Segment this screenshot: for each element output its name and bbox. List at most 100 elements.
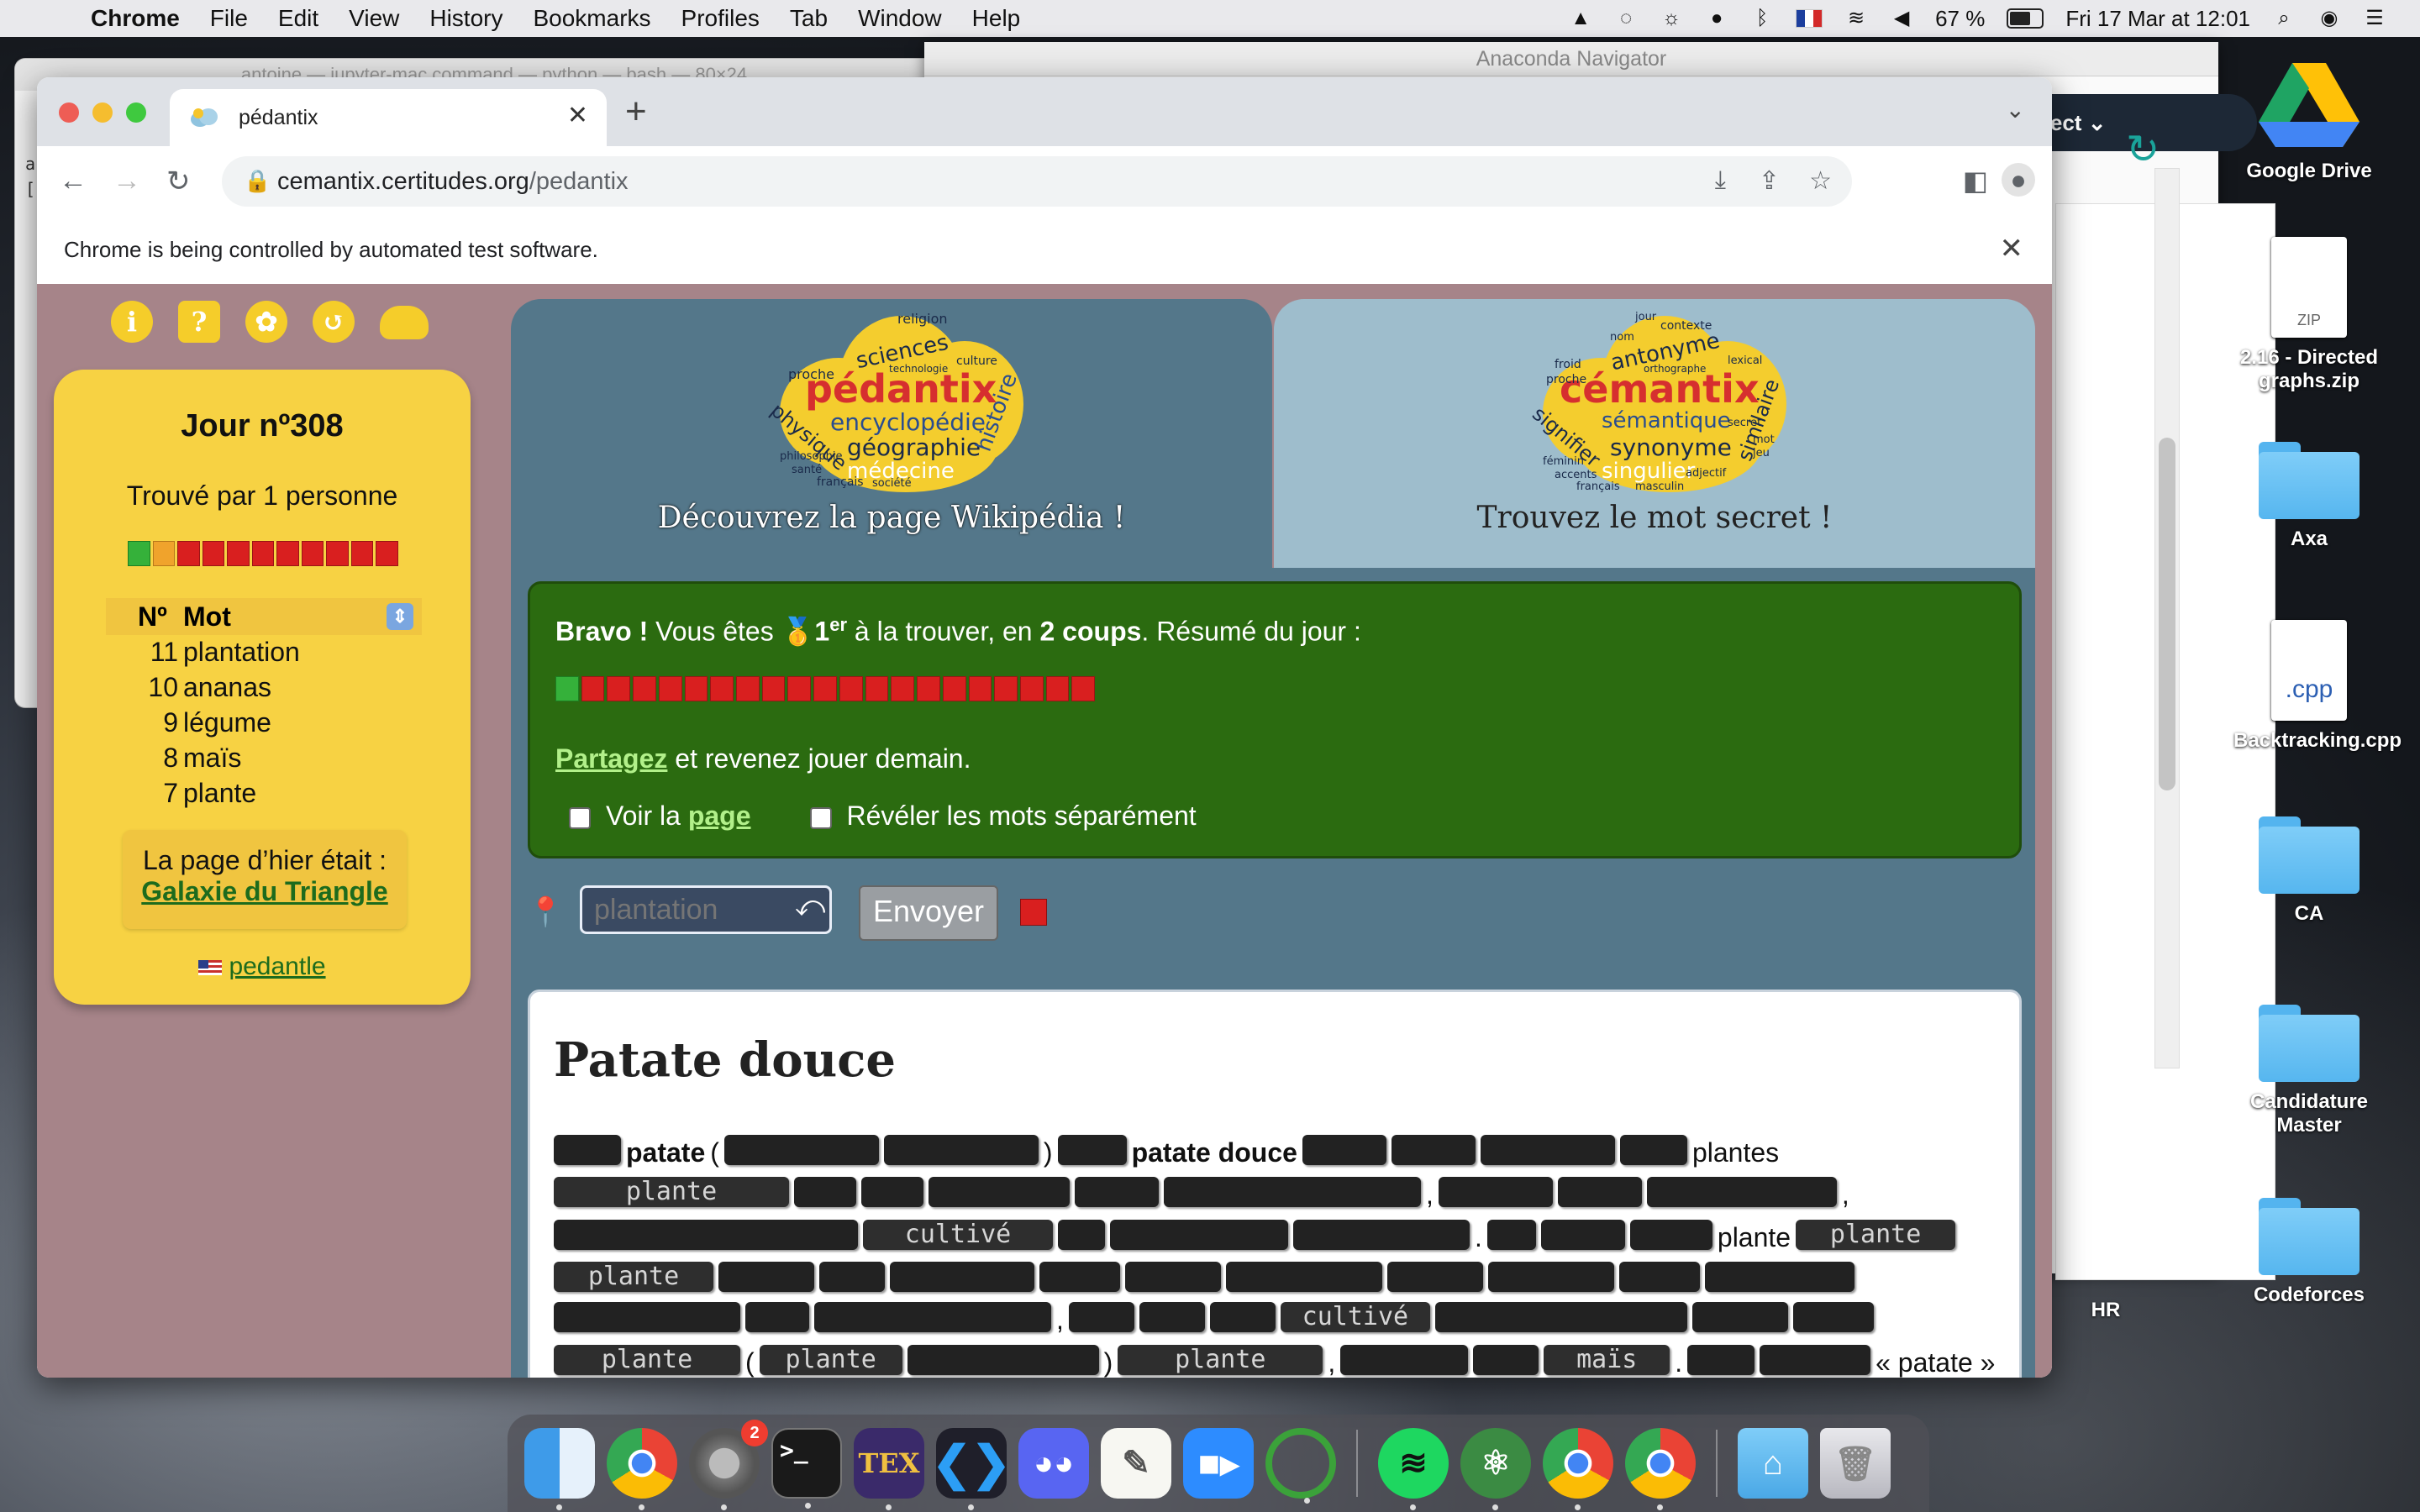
chrome-canary-icon[interactable] xyxy=(1543,1428,1613,1510)
chrome-window[interactable]: pédantix ✕ + ⌄ ← → ↻ 🔒 cemantix.certitud… xyxy=(37,77,2052,1378)
chrome-icon[interactable] xyxy=(607,1428,677,1510)
near-word: plante xyxy=(759,1344,902,1375)
input-source-flag-icon[interactable] xyxy=(1796,9,1823,28)
more-menu-icon[interactable]: ⋮ xyxy=(2050,165,2052,197)
menu-history[interactable]: History xyxy=(429,5,502,32)
menu-tab[interactable]: Tab xyxy=(790,5,828,32)
anaconda-icon[interactable] xyxy=(1265,1428,1336,1504)
hidden-word xyxy=(1226,1262,1382,1293)
forward-arrow-icon[interactable]: → xyxy=(113,165,141,197)
guess-row[interactable]: 7 plante xyxy=(106,778,422,813)
guess-input[interactable] xyxy=(580,885,832,934)
tab-pedantix[interactable]: pédantix sciences encyclopédie géographi… xyxy=(511,299,1272,568)
palette-icon[interactable]: ✿ xyxy=(245,301,287,343)
location-pin-icon[interactable]: 📍 xyxy=(528,895,563,929)
reveal-words-checkbox[interactable]: Révéler les mots séparément xyxy=(809,801,1197,832)
address-bar[interactable]: 🔒 cemantix.certitudes.org/pedantix ⤓ ⇪ ☆ xyxy=(222,156,1852,207)
menu-file[interactable]: File xyxy=(210,5,248,32)
guess-row[interactable]: 11 plantation xyxy=(106,637,422,672)
menubar-clock[interactable]: Fri 17 Mar at 12:01 xyxy=(2065,6,2250,32)
bookmark-star-icon[interactable]: ☆ xyxy=(1809,166,1832,196)
url-text[interactable]: cemantix.certitudes.org/pedantix xyxy=(277,168,629,196)
vpn-icon[interactable]: ● xyxy=(1705,7,1728,30)
tab-close-icon[interactable]: ✕ xyxy=(567,101,588,130)
side-panel-icon[interactable]: ◧ xyxy=(1963,165,1988,197)
show-page-checkbox[interactable]: Voir la page xyxy=(569,801,751,832)
share-link[interactable]: Partagez xyxy=(555,743,667,774)
terminal-icon[interactable]: >_ xyxy=(771,1428,842,1509)
new-tab-button[interactable]: + xyxy=(625,91,647,133)
browser-tab-pedantix[interactable]: pédantix ✕ xyxy=(170,89,607,146)
pedantix-page: i ? ✿ ↺ Jour nº308 Trouvé par 1 personne… xyxy=(37,284,2052,1378)
desktop-folder-candidature-master[interactable]: Candidature Master xyxy=(2233,1005,2385,1137)
reload-icon[interactable]: ↻ xyxy=(166,165,191,198)
system-preferences-icon[interactable]: 2 xyxy=(689,1420,768,1510)
guess-row[interactable]: 9 légume xyxy=(106,707,422,743)
discord-icon[interactable]: ◕◕ xyxy=(1018,1428,1089,1499)
menu-view[interactable]: View xyxy=(349,5,399,32)
menu-app-name[interactable]: Chrome xyxy=(91,5,180,32)
battery-icon[interactable] xyxy=(2007,8,2044,29)
chrome-test-icon[interactable] xyxy=(1625,1428,1696,1510)
zoom-icon[interactable]: ■▸ xyxy=(1183,1428,1254,1499)
desktop-icon-zip-file[interactable]: ZIP 2.16 - Directed graphs.zip xyxy=(2233,237,2385,393)
desktop-folder-ca[interactable]: CA xyxy=(2233,816,2385,926)
lock-icon[interactable]: 🔒 xyxy=(244,168,271,194)
drive-status-icon[interactable]: ▲ xyxy=(1569,7,1592,30)
menu-edit[interactable]: Edit xyxy=(278,5,318,32)
vscode-icon[interactable]: ❮❯ xyxy=(932,1428,1011,1510)
tab-cemantix[interactable]: cémantix antonyme sémantique synonyme si… xyxy=(1274,299,2035,568)
page-link[interactable]: page xyxy=(688,801,751,831)
menu-bookmarks[interactable]: Bookmarks xyxy=(533,5,650,32)
anaconda-scrollbar[interactable] xyxy=(2154,168,2180,1068)
back-arrow-icon[interactable]: ← xyxy=(59,165,87,197)
column-header-word[interactable]: Mot xyxy=(183,601,231,633)
guess-row[interactable]: 10 ananas xyxy=(106,672,422,707)
tab-search-chevron-icon[interactable]: ⌄ xyxy=(2006,96,2025,123)
atom-icon[interactable]: ⚛ xyxy=(1460,1428,1531,1510)
column-header-num[interactable]: Nº xyxy=(138,601,167,633)
brightness-icon[interactable]: ☼ xyxy=(1660,7,1683,30)
sort-toggle-icon[interactable]: ⇕ xyxy=(387,603,413,630)
menu-help[interactable]: Help xyxy=(972,5,1021,32)
applications-folder-icon[interactable]: ⌂ xyxy=(1738,1428,1808,1499)
bluetooth-icon[interactable]: ᛒ xyxy=(1750,7,1774,30)
control-center-icon[interactable]: ☰ xyxy=(2363,7,2386,30)
spotify-icon[interactable]: ≋ xyxy=(1378,1428,1449,1510)
share-icon[interactable]: ⇪ xyxy=(1759,166,1780,196)
menu-window[interactable]: Window xyxy=(858,5,942,32)
wifi-icon[interactable]: ≋ xyxy=(1844,7,1868,30)
install-app-icon[interactable]: ⤓ xyxy=(1715,166,1726,195)
menu-profiles[interactable]: Profiles xyxy=(681,5,760,32)
window-close-button[interactable] xyxy=(59,102,79,123)
siri-icon[interactable]: ◉ xyxy=(2317,7,2341,30)
checkbox-box[interactable] xyxy=(809,806,832,829)
pedantle-link[interactable]: pedantle xyxy=(54,953,471,981)
window-zoom-button[interactable] xyxy=(126,102,146,123)
desktop-folder-hr[interactable]: HR xyxy=(2030,1299,2181,1322)
desktop-folder-codeforces[interactable]: Codeforces xyxy=(2233,1198,2385,1307)
desktop-folder-axa[interactable]: Axa xyxy=(2233,442,2385,551)
checkbox-box[interactable] xyxy=(569,806,591,829)
profile-avatar-icon[interactable]: ● xyxy=(2002,163,2035,197)
guess-row[interactable]: 8 maïs xyxy=(106,743,422,778)
textedit-icon[interactable]: ✎ xyxy=(1101,1428,1171,1499)
infobar-close-icon[interactable]: ✕ xyxy=(2000,232,2024,265)
spotlight-search-icon[interactable]: ⌕ xyxy=(2272,7,2296,30)
help-icon[interactable]: ? xyxy=(178,301,220,343)
refresh-icon[interactable]: ↻ xyxy=(2126,126,2160,173)
info-icon[interactable]: i xyxy=(111,301,153,343)
history-icon[interactable]: ↺ xyxy=(313,301,355,343)
sync-status-icon[interactable]: ◌ xyxy=(1614,7,1638,30)
send-button[interactable]: Envoyer xyxy=(859,885,998,941)
cloud-icon[interactable] xyxy=(380,306,429,339)
desktop-icon-google-drive[interactable]: Google Drive xyxy=(2233,59,2385,183)
window-minimize-button[interactable] xyxy=(92,102,113,123)
finder-icon[interactable] xyxy=(524,1428,595,1510)
trash-icon[interactable]: 🗑 xyxy=(1820,1428,1891,1499)
undo-icon[interactable]: ⤺ xyxy=(795,890,825,923)
volume-icon[interactable]: ◀ xyxy=(1890,7,1913,30)
desktop-icon-cpp-file[interactable]: .cpp Backtracking.cpp xyxy=(2233,620,2402,753)
yesterday-link[interactable]: Galaxie du Triangle xyxy=(123,876,407,907)
texshop-icon[interactable]: TEX xyxy=(854,1428,924,1510)
